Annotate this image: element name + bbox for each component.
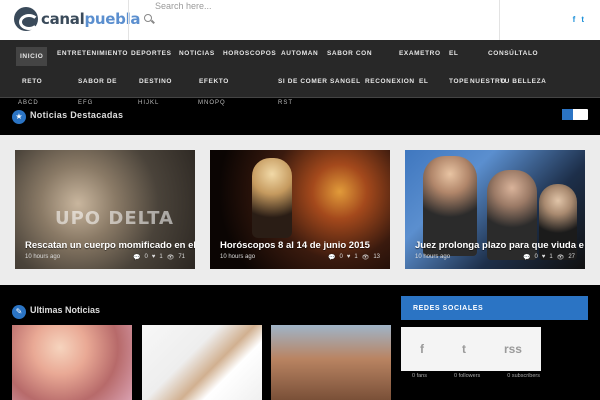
twitter-icon[interactable]: t	[462, 342, 466, 356]
main-navigation: INICIO ENTRETENIMIENTO DEPORTES NOTICIAS…	[0, 40, 600, 98]
thumbnail-image	[271, 325, 391, 400]
nav-item-sabor-con[interactable]: SABOR CON	[327, 50, 372, 57]
nav-item-tope[interactable]: TOPE	[449, 78, 469, 85]
nav-item-entretenimiento[interactable]: ENTRETENIMIENTO	[57, 50, 128, 57]
card-title[interactable]: Juez prolonga plazo para que viuda e	[415, 240, 585, 251]
nav-item-reconexion[interactable]: RECONEXION	[365, 78, 415, 85]
like-count: 1	[354, 254, 358, 260]
nav-item-tu-belleza[interactable]: TU BELLEZA	[500, 78, 546, 85]
nav-item-deportes[interactable]: DEPORTES	[131, 50, 172, 57]
social-counts: 0 fans 0 followers 0 subscribers	[412, 373, 540, 379]
nav-item-efekto[interactable]: EFEKTO	[199, 78, 229, 85]
nav-item-el-2[interactable]: EL	[419, 78, 429, 85]
nav-item-consultalo[interactable]: CONSÚLTALO	[488, 50, 538, 57]
comment-icon: 💬	[522, 255, 531, 261]
nav-item-automan[interactable]: AUTOMAN	[281, 50, 318, 57]
like-count: 1	[549, 254, 553, 260]
card-image	[210, 150, 390, 269]
eye-icon: 👁	[556, 255, 565, 261]
star-icon: ★	[12, 110, 26, 124]
heart-icon: ♥	[541, 254, 546, 260]
twitter-icon[interactable]: t	[581, 15, 584, 24]
card-title[interactable]: Horóscopos 8 al 14 de junio 2015	[220, 240, 390, 251]
news-thumbnail[interactable]	[271, 325, 391, 400]
logo-text: canalpuebla	[41, 10, 141, 28]
ribbon-label: EFG	[78, 100, 94, 106]
featured-card[interactable]: Horóscopos 8 al 14 de junio 2015 10 hour…	[210, 150, 390, 269]
heart-icon: ♥	[151, 254, 156, 260]
view-count: 27	[568, 254, 575, 260]
search-input[interactable]	[155, 0, 485, 12]
eye-icon: 👁	[166, 255, 175, 261]
card-title[interactable]: Rescatan un cuerpo momificado en el	[25, 240, 195, 251]
comment-count: 0	[534, 254, 538, 260]
comment-count: 0	[339, 254, 343, 260]
heart-icon: ♥	[346, 254, 351, 260]
search-icon[interactable]	[144, 14, 152, 22]
nav-item-si-de-comer[interactable]: SI DE COMER SANGEL	[278, 78, 361, 85]
featured-ribbon: ABCD EFG HIJKL MNOPQ RST ★ Noticias Dest…	[0, 98, 600, 135]
ribbon-label: ABCD	[18, 100, 39, 106]
like-count: 1	[159, 254, 163, 260]
ribbon-label: HIJKL	[138, 100, 160, 106]
pencil-icon: ✎	[12, 305, 26, 319]
facebook-icon[interactable]: f	[420, 342, 424, 356]
facebook-icon[interactable]: f	[573, 15, 576, 24]
comment-count: 0	[144, 254, 148, 260]
news-thumbnail[interactable]	[12, 325, 132, 400]
eye-icon: 👁	[361, 255, 370, 261]
nav-item-sabor-de[interactable]: SABOR DE	[78, 78, 117, 85]
rss-icon[interactable]: rss	[504, 342, 522, 356]
card-time: 10 hours ago	[415, 254, 451, 260]
image-watermark: UPO DELTA	[55, 208, 174, 229]
comment-icon: 💬	[327, 255, 336, 261]
nav-item-inicio[interactable]: INICIO	[16, 47, 48, 66]
facebook-count: 0 fans	[412, 373, 427, 379]
rss-count: 0 subscribers	[507, 373, 540, 379]
header: canalpuebla f t	[0, 0, 600, 40]
ribbon-label: MNOPQ	[198, 100, 226, 106]
social-buttons: f t rss	[401, 327, 541, 371]
person-silhouette	[252, 158, 292, 238]
card-meta: 10 hours ago 💬 0 ♥ 1 👁 71	[25, 254, 185, 261]
nav-item-destino[interactable]: DESTINO	[139, 78, 172, 85]
view-count: 13	[373, 254, 380, 260]
view-count: 71	[178, 254, 185, 260]
thumbnail-image	[142, 325, 262, 400]
ribbon-label: RST	[278, 100, 293, 106]
featured-card[interactable]: Juez prolonga plazo para que viuda e 10 …	[405, 150, 585, 269]
site-logo[interactable]: canalpuebla	[14, 6, 141, 32]
latest-news-title: Ultimas Noticias	[30, 305, 101, 315]
featured-cards: UPO DELTA Rescatan un cuerpo momificado …	[0, 135, 600, 285]
card-time: 10 hours ago	[25, 254, 61, 260]
nav-item-reto[interactable]: RETO	[22, 78, 42, 85]
nav-item-el[interactable]: EL	[449, 50, 459, 57]
slider-toggle[interactable]	[562, 109, 588, 120]
search-box	[128, 0, 500, 40]
card-meta: 10 hours ago 💬 0 ♥ 1 👁 13	[220, 254, 380, 261]
card-time: 10 hours ago	[220, 254, 256, 260]
redes-sociales-header: REDES SOCIALES	[401, 296, 588, 320]
logo-icon	[14, 7, 39, 31]
header-social-links: f t	[573, 15, 584, 24]
nav-item-noticias[interactable]: NOTICIAS	[179, 50, 215, 57]
nav-item-exametro[interactable]: EXAMETRO	[399, 50, 441, 57]
news-thumbnail[interactable]	[142, 325, 262, 400]
nav-item-horoscopos[interactable]: HOROSCOPOS	[223, 50, 276, 57]
twitter-count: 0 followers	[453, 373, 481, 379]
featured-card[interactable]: UPO DELTA Rescatan un cuerpo momificado …	[15, 150, 195, 269]
comment-icon: 💬	[132, 255, 141, 261]
card-meta: 10 hours ago 💬 0 ♥ 1 👁 27	[415, 254, 575, 261]
thumbnail-image	[12, 325, 132, 400]
latest-news-section: ✎ Ultimas Noticias REDES SOCIALES f t rs…	[0, 285, 600, 400]
featured-section-title: Noticias Destacadas	[30, 110, 124, 120]
